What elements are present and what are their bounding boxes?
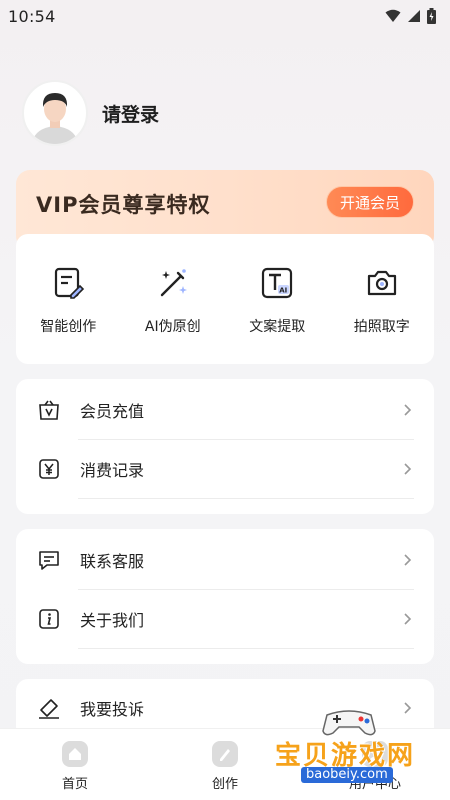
chevron-right-icon bbox=[404, 404, 412, 416]
tab-label: 创作 bbox=[211, 777, 238, 792]
tab-home[interactable]: 首页 bbox=[0, 729, 150, 800]
tab-create[interactable]: 创作 bbox=[150, 729, 300, 800]
feature-text-extract[interactable]: AI 文案提取 bbox=[225, 234, 330, 364]
menu-item-label: 我要投诉 bbox=[80, 700, 145, 719]
edit-document-icon bbox=[55, 267, 85, 299]
yuan-receipt-icon bbox=[39, 459, 59, 479]
feature-label: 文案提取 bbox=[249, 319, 306, 335]
tab-label: 用户中心 bbox=[348, 777, 401, 792]
text-ai-icon: AI bbox=[262, 267, 293, 299]
menu-group-support: 联系客服 关于我们 bbox=[16, 529, 434, 664]
complaint-icon bbox=[39, 699, 59, 719]
profile-header[interactable]: 请登录 bbox=[22, 80, 159, 146]
menu-item-about-us[interactable]: 关于我们 bbox=[36, 590, 414, 648]
chevron-right-icon bbox=[404, 702, 412, 714]
status-bar: 10:54 bbox=[0, 0, 450, 32]
vip-title: VIP会员尊享特权 bbox=[36, 193, 211, 217]
chevron-right-icon bbox=[404, 463, 412, 475]
divider bbox=[78, 498, 414, 499]
vip-bag-icon bbox=[39, 400, 59, 420]
feature-label: 智能创作 bbox=[40, 319, 97, 335]
camera-icon bbox=[367, 270, 396, 296]
battery-icon bbox=[427, 8, 436, 24]
menu-group-account: 会员充值 消费记录 bbox=[16, 379, 434, 514]
default-avatar-icon bbox=[32, 93, 78, 144]
feature-label: AI伪原创 bbox=[144, 319, 201, 335]
user-icon bbox=[368, 747, 382, 761]
menu-item-label: 联系客服 bbox=[80, 552, 145, 571]
chat-message-icon bbox=[39, 551, 59, 570]
menu-item-label: 消费记录 bbox=[80, 461, 145, 480]
open-vip-button[interactable]: 开通会员 bbox=[325, 186, 414, 218]
chevron-right-icon bbox=[404, 613, 412, 625]
signal-icon bbox=[408, 10, 420, 22]
menu-item-vip-recharge[interactable]: 会员充值 bbox=[36, 381, 414, 439]
home-icon bbox=[69, 748, 81, 760]
wifi-icon bbox=[385, 9, 401, 22]
feature-card: 智能创作 AI伪原创 AI 文案提取 拍照取字 bbox=[16, 234, 434, 364]
info-icon bbox=[39, 609, 59, 629]
feature-ai-rewrite[interactable]: AI伪原创 bbox=[121, 234, 226, 364]
bottom-tab-bar: 首页 创作 用户中心 bbox=[0, 728, 450, 800]
menu-item-consumption-record[interactable]: 消费记录 bbox=[36, 440, 414, 498]
svg-text:AI: AI bbox=[279, 287, 287, 295]
login-prompt[interactable]: 请登录 bbox=[102, 100, 159, 127]
chevron-right-icon bbox=[404, 554, 412, 566]
status-icons bbox=[385, 8, 436, 24]
tab-label: 首页 bbox=[61, 777, 88, 792]
menu-item-contact-service[interactable]: 联系客服 bbox=[36, 531, 414, 589]
pen-icon bbox=[220, 749, 230, 761]
menu-item-label: 关于我们 bbox=[80, 611, 145, 630]
status-time: 10:54 bbox=[8, 6, 56, 26]
feature-smart-create[interactable]: 智能创作 bbox=[16, 234, 121, 364]
magic-wand-icon bbox=[160, 269, 187, 297]
tab-user-center[interactable]: 用户中心 bbox=[300, 729, 450, 800]
menu-item-label: 会员充值 bbox=[80, 402, 145, 421]
feature-photo-text[interactable]: 拍照取字 bbox=[330, 234, 435, 364]
divider bbox=[78, 648, 414, 649]
avatar[interactable] bbox=[22, 80, 88, 146]
feature-label: 拍照取字 bbox=[353, 319, 410, 335]
